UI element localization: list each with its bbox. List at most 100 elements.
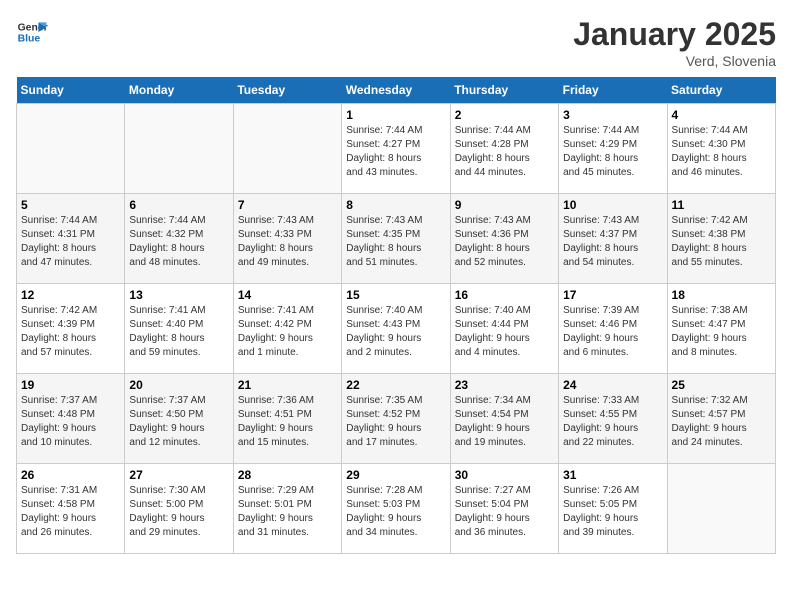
day-number: 12: [21, 288, 120, 302]
day-of-week-header: Tuesday: [233, 77, 341, 104]
day-info: Sunrise: 7:27 AMSunset: 5:04 PMDaylight:…: [455, 484, 554, 540]
calendar-cell: 12 Sunrise: 7:42 AMSunset: 4:39 PMDayligh…: [17, 284, 125, 374]
day-info: Sunrise: 7:44 AMSunset: 4:32 PMDaylight:…: [129, 214, 228, 270]
day-number: 30: [455, 468, 554, 482]
day-number: 22: [346, 378, 445, 392]
day-info: Sunrise: 7:32 AMSunset: 4:57 PMDaylight:…: [672, 394, 771, 450]
calendar-cell: 17 Sunrise: 7:39 AMSunset: 4:46 PMDayligh…: [559, 284, 667, 374]
day-number: 9: [455, 198, 554, 212]
calendar-cell: 23 Sunrise: 7:34 AMSunset: 4:54 PMDayligh…: [450, 374, 558, 464]
calendar-cell: 10 Sunrise: 7:43 AMSunset: 4:37 PMDayligh…: [559, 194, 667, 284]
calendar-cell: 20Sunrise: 7:37 AMSunset: 4:50 PMDayligh…: [125, 374, 233, 464]
calendar-cell: 5 Sunrise: 7:44 AMSunset: 4:31 PMDaylight…: [17, 194, 125, 284]
day-number: 11: [672, 198, 771, 212]
calendar-cell: 18 Sunrise: 7:38 AMSunset: 4:47 PMDayligh…: [667, 284, 775, 374]
day-of-week-header: Wednesday: [342, 77, 450, 104]
day-number: 23: [455, 378, 554, 392]
day-info: Sunrise: 7:43 AMSunset: 4:35 PMDaylight:…: [346, 214, 445, 270]
day-number: 6: [129, 198, 228, 212]
calendar-cell: [17, 104, 125, 194]
day-of-week-header: Monday: [125, 77, 233, 104]
day-number: 24: [563, 378, 662, 392]
calendar-table: SundayMondayTuesdayWednesdayThursdayFrid…: [16, 77, 776, 554]
calendar-cell: 1 Sunrise: 7:44 AMSunset: 4:27 PMDaylight…: [342, 104, 450, 194]
day-number: 3: [563, 108, 662, 122]
day-info: Sunrise: 7:44 AMSunset: 4:28 PMDaylight:…: [455, 124, 554, 180]
calendar-cell: 3 Sunrise: 7:44 AMSunset: 4:29 PMDaylight…: [559, 104, 667, 194]
day-of-week-header: Thursday: [450, 77, 558, 104]
day-info: Sunrise: 7:44 AMSunset: 4:29 PMDaylight:…: [563, 124, 662, 180]
calendar-cell: [125, 104, 233, 194]
day-number: 18: [672, 288, 771, 302]
day-number: 13: [129, 288, 228, 302]
calendar-cell: 9 Sunrise: 7:43 AMSunset: 4:36 PMDaylight…: [450, 194, 558, 284]
day-number: 25: [672, 378, 771, 392]
calendar-cell: [233, 104, 341, 194]
day-info: Sunrise: 7:42 AMSunset: 4:39 PMDaylight:…: [21, 304, 120, 360]
day-number: 5: [21, 198, 120, 212]
calendar-cell: 30 Sunrise: 7:27 AMSunset: 5:04 PMDayligh…: [450, 464, 558, 554]
calendar-cell: 25 Sunrise: 7:32 AMSunset: 4:57 PMDayligh…: [667, 374, 775, 464]
day-info: Sunrise: 7:28 AMSunset: 5:03 PMDaylight:…: [346, 484, 445, 540]
calendar-week-row: 1 Sunrise: 7:44 AMSunset: 4:27 PMDaylight…: [17, 104, 776, 194]
day-number: 21: [238, 378, 337, 392]
calendar-cell: 6 Sunrise: 7:44 AMSunset: 4:32 PMDaylight…: [125, 194, 233, 284]
day-number: 10: [563, 198, 662, 212]
day-info: Sunrise: 7:41 AMSunset: 4:40 PMDaylight:…: [129, 304, 228, 360]
day-of-week-header: Friday: [559, 77, 667, 104]
day-number: 14: [238, 288, 337, 302]
calendar-cell: 19Sunrise: 7:37 AMSunset: 4:48 PMDayligh…: [17, 374, 125, 464]
day-number: 7: [238, 198, 337, 212]
calendar-cell: 16 Sunrise: 7:40 AMSunset: 4:44 PMDayligh…: [450, 284, 558, 374]
day-number: 16: [455, 288, 554, 302]
day-number: 4: [672, 108, 771, 122]
days-of-week-row: SundayMondayTuesdayWednesdayThursdayFrid…: [17, 77, 776, 104]
day-info: Sunrise: 7:38 AMSunset: 4:47 PMDaylight:…: [672, 304, 771, 360]
calendar-cell: 11Sunrise: 7:42 AMSunset: 4:38 PMDayligh…: [667, 194, 775, 284]
day-info: Sunrise: 7:44 AMSunset: 4:27 PMDaylight:…: [346, 124, 445, 180]
calendar-body: 1 Sunrise: 7:44 AMSunset: 4:27 PMDaylight…: [17, 104, 776, 554]
day-info: Sunrise: 7:34 AMSunset: 4:54 PMDaylight:…: [455, 394, 554, 450]
day-of-week-header: Saturday: [667, 77, 775, 104]
calendar-header: SundayMondayTuesdayWednesdayThursdayFrid…: [17, 77, 776, 104]
calendar-cell: 2 Sunrise: 7:44 AMSunset: 4:28 PMDaylight…: [450, 104, 558, 194]
day-number: 15: [346, 288, 445, 302]
day-info: Sunrise: 7:40 AMSunset: 4:44 PMDaylight:…: [455, 304, 554, 360]
day-info: Sunrise: 7:39 AMSunset: 4:46 PMDaylight:…: [563, 304, 662, 360]
day-info: Sunrise: 7:33 AMSunset: 4:55 PMDaylight:…: [563, 394, 662, 450]
day-info: Sunrise: 7:29 AMSunset: 5:01 PMDaylight:…: [238, 484, 337, 540]
day-info: Sunrise: 7:43 AMSunset: 4:37 PMDaylight:…: [563, 214, 662, 270]
day-number: 26: [21, 468, 120, 482]
day-number: 1: [346, 108, 445, 122]
day-number: 17: [563, 288, 662, 302]
day-info: Sunrise: 7:35 AMSunset: 4:52 PMDaylight:…: [346, 394, 445, 450]
day-number: 2: [455, 108, 554, 122]
day-info: Sunrise: 7:44 AMSunset: 4:30 PMDaylight:…: [672, 124, 771, 180]
calendar-cell: 14Sunrise: 7:41 AMSunset: 4:42 PMDayligh…: [233, 284, 341, 374]
calendar-week-row: 19Sunrise: 7:37 AMSunset: 4:48 PMDayligh…: [17, 374, 776, 464]
calendar-cell: 4 Sunrise: 7:44 AMSunset: 4:30 PMDaylight…: [667, 104, 775, 194]
day-info: Sunrise: 7:44 AMSunset: 4:31 PMDaylight:…: [21, 214, 120, 270]
title-block: January 2025 Verd, Slovenia: [573, 16, 776, 69]
calendar-cell: 8Sunrise: 7:43 AMSunset: 4:35 PMDaylight…: [342, 194, 450, 284]
calendar-cell: 31 Sunrise: 7:26 AMSunset: 5:05 PMDayligh…: [559, 464, 667, 554]
calendar-cell: 28Sunrise: 7:29 AMSunset: 5:01 PMDayligh…: [233, 464, 341, 554]
calendar-cell: 7Sunrise: 7:43 AMSunset: 4:33 PMDaylight…: [233, 194, 341, 284]
calendar-week-row: 5 Sunrise: 7:44 AMSunset: 4:31 PMDaylight…: [17, 194, 776, 284]
day-number: 31: [563, 468, 662, 482]
calendar-cell: 22 Sunrise: 7:35 AMSunset: 4:52 PMDayligh…: [342, 374, 450, 464]
day-info: Sunrise: 7:37 AMSunset: 4:50 PMDaylight:…: [129, 394, 228, 450]
calendar-cell: 26 Sunrise: 7:31 AMSunset: 4:58 PMDayligh…: [17, 464, 125, 554]
day-info: Sunrise: 7:40 AMSunset: 4:43 PMDaylight:…: [346, 304, 445, 360]
calendar-cell: 13 Sunrise: 7:41 AMSunset: 4:40 PMDayligh…: [125, 284, 233, 374]
day-number: 27: [129, 468, 228, 482]
location: Verd, Slovenia: [573, 53, 776, 69]
day-info: Sunrise: 7:26 AMSunset: 5:05 PMDaylight:…: [563, 484, 662, 540]
day-info: Sunrise: 7:43 AMSunset: 4:36 PMDaylight:…: [455, 214, 554, 270]
logo-icon: General Blue: [16, 16, 48, 48]
day-info: Sunrise: 7:30 AMSunset: 5:00 PMDaylight:…: [129, 484, 228, 540]
calendar-cell: [667, 464, 775, 554]
day-info: Sunrise: 7:31 AMSunset: 4:58 PMDaylight:…: [21, 484, 120, 540]
calendar-week-row: 12 Sunrise: 7:42 AMSunset: 4:39 PMDayligh…: [17, 284, 776, 374]
logo: General Blue: [16, 16, 48, 48]
